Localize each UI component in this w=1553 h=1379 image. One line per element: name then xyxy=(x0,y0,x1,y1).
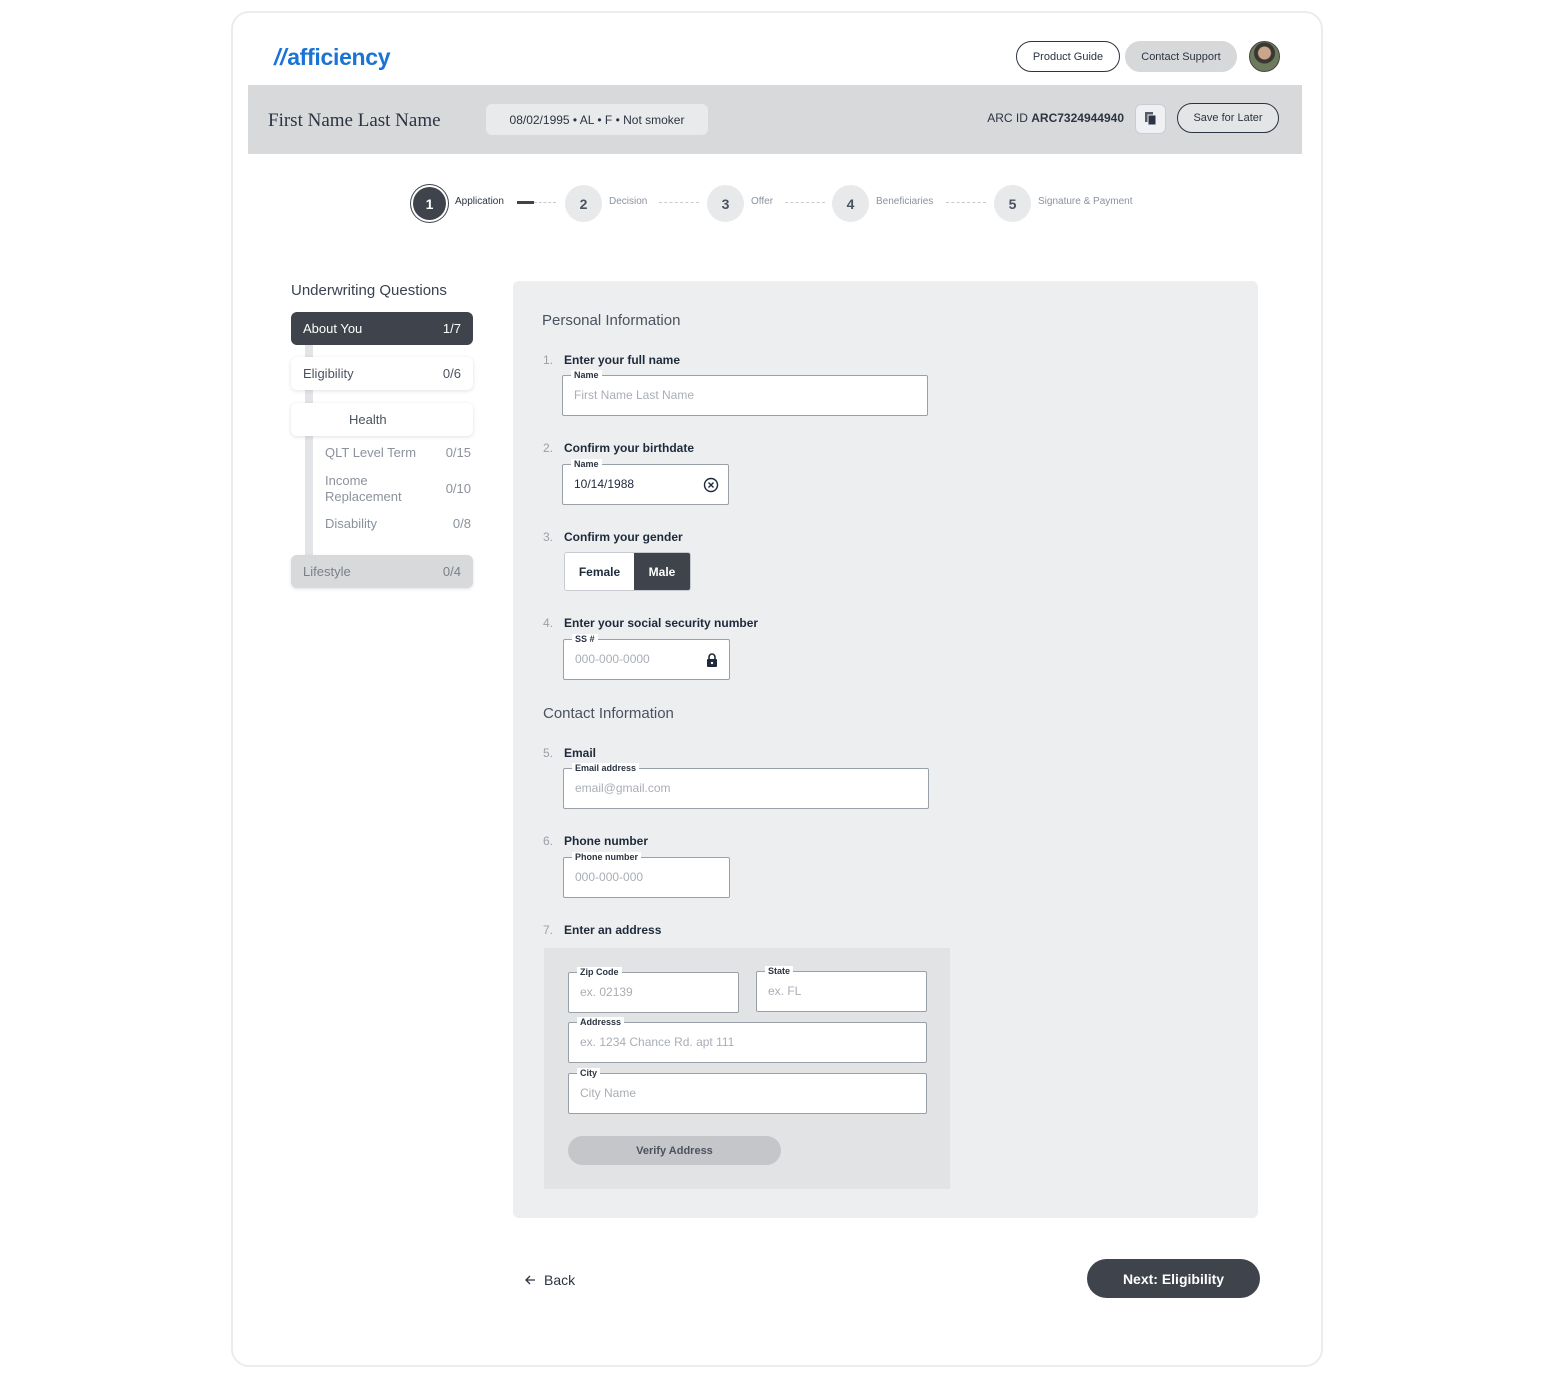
step-connector xyxy=(785,202,825,203)
applicant-meta-badge: 08/02/1995 • AL • F • Not smoker xyxy=(486,104,708,135)
question-ssn: 4. Enter your social security number xyxy=(543,616,759,630)
verify-address-button[interactable]: Verify Address xyxy=(568,1136,781,1165)
gender-male-option[interactable]: Male xyxy=(634,553,690,590)
personal-information-title: Personal Information xyxy=(542,312,681,329)
afficiency-logo[interactable]: //afficiency xyxy=(274,44,391,71)
phone-field[interactable]: Phone number 000-000-000 xyxy=(563,852,730,898)
question-gender: 3. Confirm your gender xyxy=(543,530,683,544)
underwriting-questions-title: Underwriting Questions xyxy=(291,282,447,299)
step-5-circle[interactable]: 5 xyxy=(994,185,1031,222)
step-connector xyxy=(946,202,986,203)
step-3-label[interactable]: Offer xyxy=(751,196,773,207)
step-2-label[interactable]: Decision xyxy=(609,196,647,207)
step-1-label[interactable]: Application xyxy=(455,196,504,207)
sidebar-item-eligibility[interactable]: Eligibility 0/6 xyxy=(291,357,473,390)
save-for-later-button[interactable]: Save for Later xyxy=(1177,103,1279,133)
question-address: 7. Enter an address xyxy=(543,923,662,937)
street-address-field[interactable]: Addresss ex. 1234 Chance Rd. apt 111 xyxy=(568,1017,927,1063)
question-phone: 6. Phone number xyxy=(543,834,649,848)
back-button[interactable]: Back xyxy=(525,1272,575,1288)
applicant-name: First Name Last Name xyxy=(268,110,441,131)
full-name-field[interactable]: Name First Name Last Name xyxy=(562,370,928,416)
contact-support-button[interactable]: Contact Support xyxy=(1125,41,1237,72)
question-email: 5. Email xyxy=(543,746,597,760)
step-3-circle[interactable]: 3 xyxy=(707,185,744,222)
product-guide-button[interactable]: Product Guide xyxy=(1016,41,1120,72)
sidebar-subitem-income-replacement[interactable]: Income Replacement 0/10 xyxy=(325,473,471,505)
ssn-field[interactable]: SS # 000-000-0000 xyxy=(563,634,730,680)
step-connector xyxy=(534,202,556,203)
step-4-circle[interactable]: 4 xyxy=(832,185,869,222)
sidebar-item-health[interactable]: Health xyxy=(291,403,473,436)
step-5-label[interactable]: Signature & Payment xyxy=(1038,196,1133,207)
step-2-circle[interactable]: 2 xyxy=(565,185,602,222)
step-connector xyxy=(659,202,699,203)
user-avatar[interactable] xyxy=(1249,41,1280,72)
step-4-label[interactable]: Beneficiaries xyxy=(876,196,933,207)
city-field[interactable]: City City Name xyxy=(568,1068,927,1114)
sidebar-subitem-qlt-level-term[interactable]: QLT Level Term 0/15 xyxy=(325,445,471,461)
step-1-circle[interactable]: 1 xyxy=(413,187,446,220)
arrow-left-icon xyxy=(525,1272,536,1288)
state-field[interactable]: State ex. FL xyxy=(756,966,927,1012)
question-full-name: 1. Enter your full name xyxy=(543,353,681,367)
lock-icon xyxy=(706,653,718,672)
zip-code-field[interactable]: Zip Code ex. 02139 xyxy=(568,967,739,1013)
clear-icon[interactable] xyxy=(703,477,719,498)
birthdate-field[interactable]: Name 10/14/1988 xyxy=(562,459,729,505)
email-field[interactable]: Email address email@gmail.com xyxy=(563,763,929,809)
contact-information-title: Contact Information xyxy=(543,705,674,722)
step-connector xyxy=(517,201,534,204)
gender-female-option[interactable]: Female xyxy=(565,553,634,590)
gender-toggle[interactable]: Female Male xyxy=(564,552,691,591)
question-birthdate: 2. Confirm your birthdate xyxy=(543,441,695,455)
next-eligibility-button[interactable]: Next: Eligibility xyxy=(1087,1259,1260,1298)
sidebar-item-about-you[interactable]: About You 1/7 xyxy=(291,312,473,345)
sidebar-subitem-disability[interactable]: Disability 0/8 xyxy=(325,516,471,532)
arc-id: ARC ID ARC7324944940 xyxy=(987,111,1124,125)
sidebar-item-lifestyle[interactable]: Lifestyle 0/4 xyxy=(291,555,473,588)
copy-icon[interactable] xyxy=(1135,104,1166,134)
